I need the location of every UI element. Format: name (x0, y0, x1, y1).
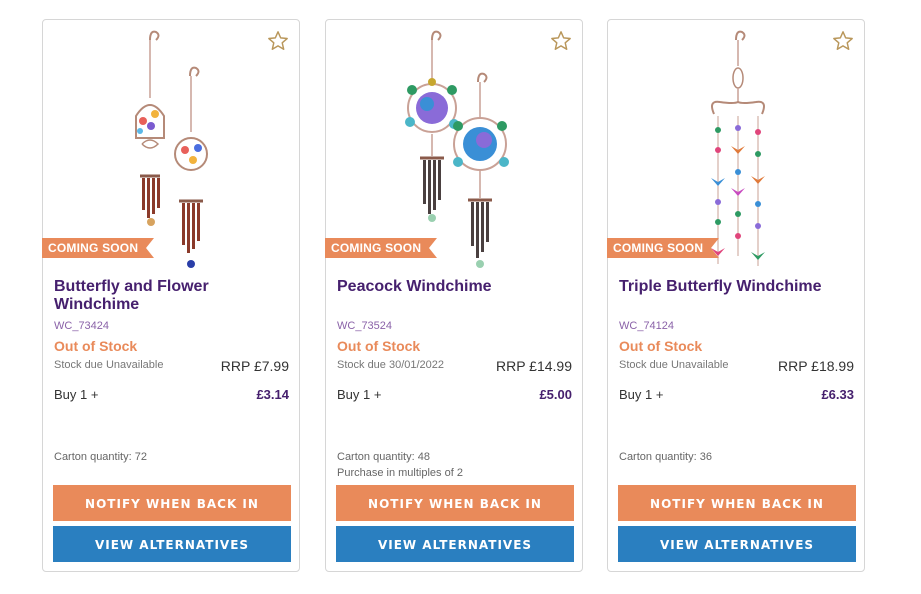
product-image[interactable] (43, 26, 301, 274)
carton-quantity: Carton quantity: 48 (337, 451, 430, 463)
product-image[interactable] (608, 26, 866, 274)
product-card: COMING SOON Butterfly and Flower Windchi… (42, 19, 300, 572)
stock-due: Stock due Unavailable (619, 359, 729, 371)
trade-price: £3.14 (256, 387, 289, 402)
purchase-multiples: Purchase in multiples of 2 (337, 467, 463, 479)
coming-soon-badge: COMING SOON (325, 238, 438, 258)
rrp-price: RRP £18.99 (777, 358, 854, 374)
buy-quantity-label: Buy 1 + (337, 387, 382, 402)
carton-quantity: Carton quantity: 72 (54, 451, 147, 463)
trade-price: £6.33 (821, 387, 854, 402)
coming-soon-badge: COMING SOON (42, 238, 155, 258)
product-sku: WC_74124 (619, 320, 675, 332)
notify-when-back-in-stock-button[interactable]: Notify when back in stock (336, 485, 574, 547)
product-card: COMING SOON Triple Butterfly Windchime W… (607, 19, 865, 572)
notify-when-back-in-stock-button[interactable]: Notify when back in stock (53, 485, 291, 547)
product-title[interactable]: Triple Butterfly Windchime (619, 278, 855, 296)
carton-info: Carton quantity: 48 Purchase in multiple… (337, 449, 463, 481)
product-title[interactable]: Peacock Windchime (337, 278, 573, 296)
notify-when-back-in-stock-button[interactable]: Notify when back in stock (618, 485, 856, 547)
stock-status: Out of Stock (54, 338, 138, 354)
stock-due: Stock due Unavailable (54, 359, 164, 371)
carton-quantity: Carton quantity: 36 (619, 451, 712, 463)
product-sku: WC_73524 (337, 320, 393, 332)
buy-quantity-label: Buy 1 + (54, 387, 99, 402)
stock-due: Stock due 30/01/2022 (337, 359, 445, 371)
carton-info: Carton quantity: 36 (619, 449, 712, 465)
trade-price: £5.00 (539, 387, 572, 402)
product-image[interactable] (326, 26, 584, 274)
product-card: COMING SOON Peacock Windchime WC_73524 O… (325, 19, 583, 572)
product-title[interactable]: Butterfly and Flower Windchime (54, 278, 290, 314)
stock-status: Out of Stock (619, 338, 703, 354)
rrp-price: RRP £14.99 (495, 358, 572, 374)
product-sku: WC_73424 (54, 320, 110, 332)
coming-soon-badge: COMING SOON (607, 238, 720, 258)
view-alternatives-button[interactable]: View alternatives (618, 526, 856, 562)
buy-quantity-label: Buy 1 + (619, 387, 664, 402)
carton-info: Carton quantity: 72 (54, 449, 147, 465)
view-alternatives-button[interactable]: View alternatives (336, 526, 574, 562)
stock-status: Out of Stock (337, 338, 421, 354)
view-alternatives-button[interactable]: View alternatives (53, 526, 291, 562)
rrp-price: RRP £7.99 (220, 358, 289, 374)
